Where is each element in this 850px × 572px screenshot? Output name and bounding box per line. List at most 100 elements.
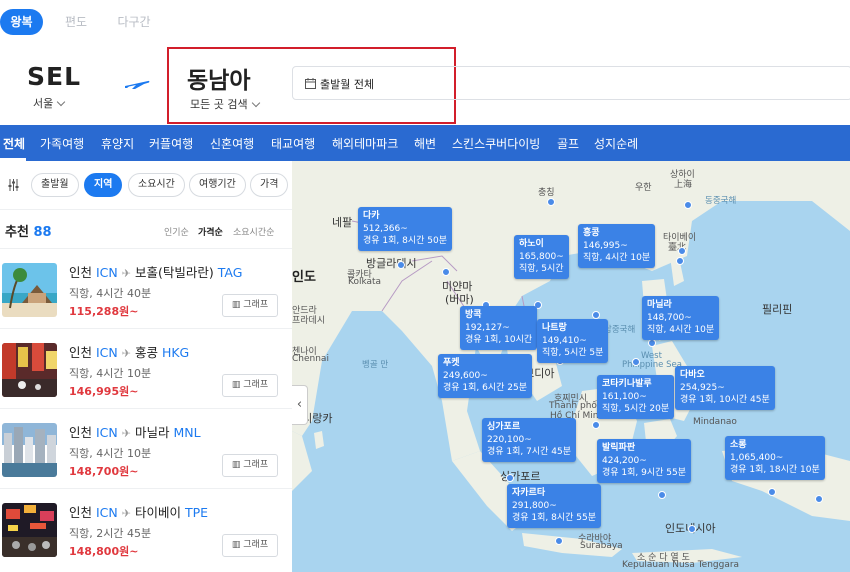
- category-couple[interactable]: 커플여행: [149, 135, 193, 152]
- category-honeymoon[interactable]: 신혼여행: [210, 135, 254, 152]
- airport-pin[interactable]: [768, 488, 776, 496]
- graph-label: 그래프: [243, 300, 269, 310]
- sliders-icon[interactable]: [7, 179, 20, 191]
- category-family[interactable]: 가족여행: [40, 135, 84, 152]
- results-panel: 출발월 지역 소요시간 여행기간 가격 추천 88 인기순 가격순 소요시간순 …: [0, 161, 292, 572]
- tab-multi-city[interactable]: 다구간: [110, 9, 158, 35]
- result-item-tag[interactable]: 인천 ICN ✈ 보홀(탁빌라란) TAG 직항, 4시간 40분 115,28…: [0, 248, 292, 328]
- destination-subtitle: 모든 곳 검색: [190, 96, 260, 112]
- tab-round-trip[interactable]: 왕복: [0, 9, 43, 35]
- graph-label: 그래프: [243, 380, 269, 390]
- sort-duration[interactable]: 소요시간순: [233, 225, 274, 238]
- category-scuba[interactable]: 스킨스쿠버다이빙: [452, 135, 540, 152]
- tab-one-way[interactable]: 편도: [56, 9, 96, 35]
- airport-pin[interactable]: [815, 495, 823, 503]
- bubble-info: 직항, 5시간: [519, 264, 564, 274]
- dest-code: MNL: [173, 425, 201, 440]
- filter-trip-length[interactable]: 여행기간: [189, 173, 246, 197]
- recommend-header: 추천 88 인기순 가격순 소요시간순: [0, 209, 292, 247]
- bubble-info: 직항, 5시간 5분: [542, 348, 604, 358]
- bubble-price: 146,995~: [583, 240, 628, 251]
- bubble-city: 하노이: [519, 239, 544, 249]
- category-pilgrimage[interactable]: 성지순례: [594, 135, 638, 152]
- result-item-hkg[interactable]: 인천 ICN ✈ 홍콩 HKG 직항, 4시간 10분 146,995원~ ▥ …: [0, 328, 292, 408]
- map-label-wuhan: 우한: [635, 183, 652, 193]
- price-bubble-manila[interactable]: 마닐라 148,700~ 직항, 4시간 10분: [642, 296, 720, 340]
- chevron-down-icon: [251, 98, 260, 108]
- airport-pin[interactable]: [547, 198, 555, 206]
- origin-code: ICN: [96, 265, 118, 280]
- filter-price[interactable]: 가격: [250, 173, 289, 197]
- category-resort[interactable]: 휴양지: [101, 135, 134, 152]
- price-bubble-davao[interactable]: 다바오 254,925~ 경유 1회, 10시간 45분: [675, 366, 775, 410]
- filter-duration[interactable]: 소요시간: [128, 173, 185, 197]
- collapse-panel-button[interactable]: ‹: [292, 385, 308, 425]
- price-bubble-phuket[interactable]: 푸켓 249,600~ 경유 1회, 6시간 25분: [438, 354, 533, 398]
- price-bubble-dhaka[interactable]: 다카 512,366~ 경유 1회, 8시간 50분: [358, 207, 453, 251]
- category-beach[interactable]: 해변: [414, 135, 436, 152]
- price-bubble-sorong[interactable]: 소롱 1,065,400~ 경유 1회, 18시간 10분: [725, 436, 825, 480]
- airport-pin[interactable]: [592, 421, 600, 429]
- bubble-price: 148,700~: [647, 312, 692, 323]
- airport-pin[interactable]: [442, 268, 450, 276]
- category-golf[interactable]: 골프: [557, 135, 579, 152]
- bubble-info: 경유 1회, 8시간 55분: [512, 513, 597, 523]
- price-bubble-nha-trang[interactable]: 나트랑 149,410~ 직항, 5시간 5분: [537, 319, 609, 363]
- graph-button[interactable]: ▥ 그래프: [222, 534, 278, 557]
- filter-region[interactable]: 지역: [84, 173, 123, 197]
- flight-info: 직항, 4시간 10분: [69, 367, 152, 380]
- airport-pin[interactable]: [632, 358, 640, 366]
- origin-code[interactable]: SEL: [27, 62, 81, 91]
- airport-pin[interactable]: [678, 247, 686, 255]
- route-label: 인천 ICN ✈ 타이베이 TPE: [69, 502, 208, 521]
- graph-button[interactable]: ▥ 그래프: [222, 374, 278, 397]
- dest-city: 보홀(탁빌라란): [134, 265, 214, 280]
- flight-price: 115,288원~: [69, 305, 139, 318]
- price-bubble-kota-kinabalu[interactable]: 코타키나발루 161,100~ 직항, 5시간 20분: [597, 375, 675, 419]
- category-all[interactable]: 전체: [3, 135, 25, 152]
- map-label-india: 인도: [292, 270, 316, 285]
- airport-pin[interactable]: [648, 339, 656, 347]
- map-label-bay-of-bengal: 벵골 만: [362, 360, 389, 370]
- airport-pin[interactable]: [506, 474, 514, 482]
- airport-pin[interactable]: [592, 311, 600, 319]
- airplane-icon: ✈: [121, 427, 131, 440]
- sri-lanka-shape: [314, 431, 324, 449]
- bubble-price: 161,100~: [602, 391, 647, 402]
- bubble-info: 경유 1회, 10시간: [465, 335, 533, 345]
- bubble-city: 다카: [363, 211, 380, 221]
- sort-price[interactable]: 가격순: [198, 225, 223, 238]
- airport-pin[interactable]: [684, 201, 692, 209]
- origin-city-selector[interactable]: 서울: [33, 95, 66, 111]
- airport-pin[interactable]: [555, 537, 563, 545]
- theme-category-bar: 전체 가족여행 휴양지 커플여행 신혼여행 태교여행 해외테마파크 해변 스킨스…: [0, 125, 850, 161]
- sort-popular[interactable]: 인기순: [164, 225, 189, 238]
- chevron-left-icon: ‹: [296, 397, 303, 412]
- price-bubble-balikpapan[interactable]: 발릭파판 424,200~ 경유 1회, 9시간 55분: [597, 439, 692, 483]
- airplane-icon: [125, 80, 150, 89]
- flight-price: 148,700원~: [69, 465, 139, 478]
- bubble-info: 직항, 4시간 10분: [647, 325, 715, 335]
- result-item-mnl[interactable]: 인천 ICN ✈ 마닐라 MNL 직항, 4시간 10분 148,700원~ ▥…: [0, 408, 292, 488]
- destination-map[interactable]: 네팔 방글라데시 콜카타 Kolkata 미얀마 (버마) 인도 안드라 프라데…: [292, 161, 850, 572]
- category-babymoon[interactable]: 태교여행: [271, 135, 315, 152]
- map-label-nepal: 네팔: [332, 216, 353, 229]
- graph-button[interactable]: ▥ 그래프: [222, 294, 278, 317]
- result-item-tpe[interactable]: 인천 ICN ✈ 타이베이 TPE 직항, 2시간 45분 148,800원~ …: [0, 488, 292, 568]
- filter-departure-month[interactable]: 출발월: [31, 173, 79, 197]
- price-bubble-bangkok[interactable]: 방콕 192,127~ 경유 1회, 10시간: [460, 306, 538, 350]
- airport-pin[interactable]: [676, 257, 684, 265]
- category-theme-park[interactable]: 해외테마파크: [332, 135, 398, 152]
- price-bubble-hong-kong[interactable]: 홍콩 146,995~ 직항, 4시간 10분: [578, 224, 656, 268]
- map-label-pradesh: 프라데시: [292, 316, 326, 326]
- departure-month-selector[interactable]: 출발월 전체: [292, 66, 850, 100]
- graph-button[interactable]: ▥ 그래프: [222, 454, 278, 477]
- price-bubble-jakarta[interactable]: 자카르타 291,800~ 경유 1회, 8시간 55분: [507, 484, 602, 528]
- map-label-chennai-en: Chennai: [292, 354, 329, 364]
- bubble-city: 나트랑: [542, 323, 567, 333]
- airport-pin[interactable]: [397, 261, 405, 269]
- price-bubble-hanoi[interactable]: 하노이 165,800~ 직항, 5시간: [514, 235, 569, 279]
- price-bubble-singapore[interactable]: 싱가포르 220,100~ 경유 1회, 7시간 45분: [482, 418, 577, 462]
- airport-pin[interactable]: [658, 491, 666, 499]
- airport-pin[interactable]: [688, 525, 696, 533]
